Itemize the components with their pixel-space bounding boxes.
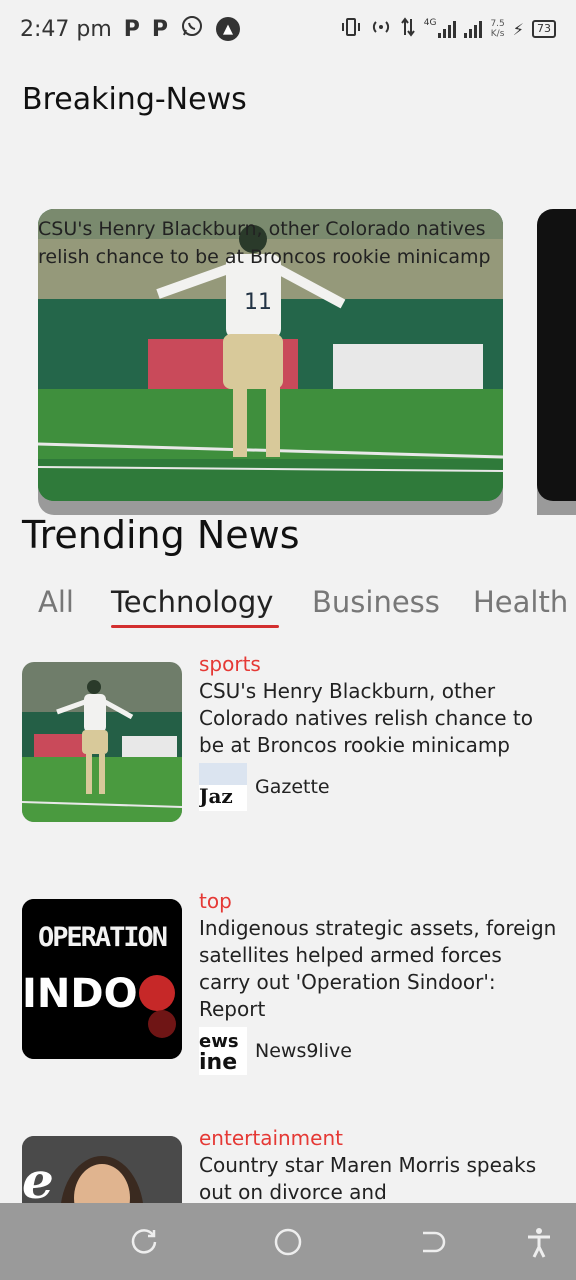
svg-text:ews: ews (199, 1031, 239, 1052)
news-text: sports CSU's Henry Blackburn, other Colo… (199, 652, 559, 811)
news-thumbnail[interactable]: e (22, 1136, 182, 1206)
signal-icon (438, 20, 457, 38)
news-text: top Indigenous strategic assets, foreign… (199, 889, 559, 1075)
operation-sindoor-image: OPERATION INDO (22, 899, 182, 1059)
vibrate-icon (340, 17, 362, 41)
football-player-image (22, 662, 182, 822)
breaking-news-carousel[interactable]: 11 CSU's Henry Blackburn, other Colorado… (0, 205, 576, 515)
signal-icon-2 (464, 20, 483, 38)
category-tabs: All Technology Business Health (0, 585, 576, 635)
news-headline[interactable]: Country star Maren Morris speaks out on … (199, 1152, 559, 1206)
news-category: sports (199, 652, 261, 676)
charging-icon: ⚡ (512, 19, 524, 39)
notification-p-icon: P (123, 16, 140, 42)
svg-text:Jaz: Jaz (199, 784, 233, 808)
tab-health[interactable]: Health (473, 585, 568, 619)
news-headline[interactable]: CSU's Henry Blackburn, other Colorado na… (199, 678, 559, 759)
svg-text:e: e (22, 1151, 54, 1206)
whatsapp-icon (180, 14, 204, 44)
network-speed: 7.5 K/s (490, 19, 504, 39)
news-item[interactable]: OPERATION INDO top Indigenous strategic … (22, 889, 562, 1075)
system-navigation-bar (0, 1203, 576, 1280)
tab-technology[interactable]: Technology (111, 585, 273, 619)
svg-text:ine: ine (199, 1050, 237, 1075)
network-type-label: 4G (423, 18, 437, 28)
news-item[interactable]: sports CSU's Henry Blackburn, other Colo… (22, 652, 562, 832)
thumb-text-sindoor: INDO (22, 971, 138, 1017)
news-text: entertainment Country star Maren Morris … (199, 1126, 559, 1206)
hotspot-icon (370, 17, 392, 41)
news-category: top (199, 889, 232, 913)
clock: 2:47 pm (20, 16, 112, 42)
network-speed-value: 7.5 (490, 19, 505, 29)
news-category: entertainment (199, 1126, 343, 1150)
recent-apps-button[interactable] (127, 1225, 161, 1259)
navigation-arrow-icon: ▲ (216, 17, 241, 41)
source-logo: Jaz (199, 763, 247, 811)
accessibility-icon[interactable] (522, 1225, 556, 1259)
carousel-card-caption: CSU's Henry Blackburn, other Colorado na… (38, 218, 491, 268)
carousel-card[interactable]: 11 CSU's Henry Blackburn, other Colorado… (38, 209, 503, 501)
tab-business[interactable]: Business (312, 585, 440, 619)
page-title: Breaking-News (22, 82, 247, 117)
next-card-peek[interactable] (537, 209, 576, 501)
status-bar-right: 4G 7.5 K/s ⚡ 73 (340, 17, 556, 41)
source-name: Gazette (255, 776, 330, 798)
trending-section-title: Trending News (22, 513, 300, 557)
network-speed-unit: K/s (490, 29, 505, 39)
news-headline[interactable]: Indigenous strategic assets, foreign sat… (199, 915, 559, 1023)
status-bar-left: 2:47 pm P P ▲ (20, 14, 241, 44)
source-name: News9live (255, 1040, 352, 1062)
svg-text:11: 11 (244, 290, 272, 315)
thumb-text-operation: OPERATION (38, 922, 168, 953)
portrait-image: e (22, 1136, 182, 1206)
notification-p-icon-2: P (151, 16, 169, 42)
news-source: Jaz Gazette (199, 763, 559, 811)
active-tab-indicator (111, 625, 279, 628)
status-bar: 2:47 pm P P ▲ 4G 7.5 K/s ⚡ 73 (0, 0, 576, 58)
signal-4g: 4G (423, 18, 457, 38)
tab-all[interactable]: All (38, 585, 74, 619)
back-button[interactable] (415, 1225, 449, 1259)
data-transfer-icon (400, 17, 416, 41)
news-thumbnail[interactable] (22, 662, 182, 822)
source-logo: ews ine (199, 1027, 247, 1075)
home-button[interactable] (271, 1225, 305, 1259)
battery-indicator: 73 (532, 20, 556, 38)
news-item[interactable]: e entertainment Country star Maren Morri… (22, 1126, 562, 1206)
news-source: ews ine News9live (199, 1027, 559, 1075)
news-thumbnail[interactable]: OPERATION INDO (22, 899, 182, 1059)
